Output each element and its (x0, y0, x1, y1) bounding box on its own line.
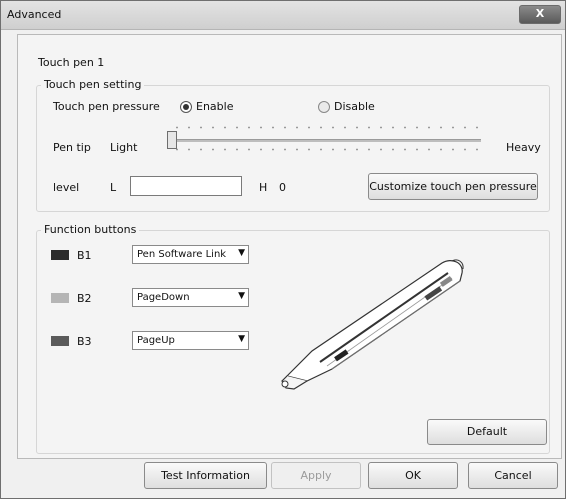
b3-color-swatch (51, 336, 69, 346)
function-buttons-title: Function buttons (41, 223, 140, 236)
disable-label[interactable]: Disable (334, 100, 375, 113)
cancel-button[interactable]: Cancel (468, 462, 558, 489)
customize-pressure-button[interactable]: Customize touch pen pressure (368, 173, 538, 200)
b1-label: B1 (77, 249, 92, 262)
l-label: L (110, 181, 117, 194)
b1-select[interactable]: Pen Software Link ▼ (132, 245, 249, 264)
advanced-dialog: Advanced X Touch pen 1 Touch pen setting… (0, 0, 566, 499)
chevron-down-icon: ▼ (238, 334, 245, 344)
b3-select-value: PageUp (137, 335, 175, 346)
pressure-slider-thumb[interactable] (167, 131, 177, 149)
b1-select-value: Pen Software Link (137, 249, 227, 260)
test-information-button[interactable]: Test Information (144, 462, 267, 489)
pressure-slider-track[interactable] (171, 139, 481, 142)
radio-dot (183, 104, 189, 110)
touch-pen-setting-group: Touch pen setting Touch pen pressure Ena… (36, 78, 550, 212)
l-value-input[interactable] (130, 176, 242, 196)
pen-name: Touch pen 1 (38, 56, 105, 69)
close-button[interactable]: X (519, 5, 561, 24)
light-label: Light (110, 141, 138, 154)
apply-button[interactable]: Apply (271, 462, 361, 489)
h-value: 0 (279, 181, 286, 194)
chevron-down-icon: ▼ (238, 291, 245, 301)
title-bar[interactable]: Advanced X (1, 1, 565, 30)
b3-label: B3 (77, 335, 92, 348)
content-panel: Touch pen 1 Touch pen setting Touch pen … (17, 34, 562, 459)
b1-color-swatch (51, 250, 69, 260)
enable-radio[interactable] (180, 101, 192, 113)
ok-button[interactable]: OK (368, 462, 458, 489)
enable-label[interactable]: Enable (196, 100, 233, 113)
b2-color-swatch (51, 293, 69, 303)
pen-tip-label: Pen tip (53, 141, 91, 154)
b2-select[interactable]: PageDown ▼ (132, 288, 249, 307)
pressure-label: Touch pen pressure (53, 100, 160, 113)
window-title: Advanced (7, 8, 62, 21)
h-label: H (259, 181, 268, 194)
touch-pen-illustration (281, 259, 464, 390)
touch-pen-setting-title: Touch pen setting (41, 78, 145, 91)
slider-ticks-top (171, 126, 481, 129)
level-label: level (53, 181, 80, 194)
function-buttons-group: Function buttons B1 Pen Software Link ▼ … (36, 223, 550, 454)
b2-select-value: PageDown (137, 292, 190, 303)
b3-select[interactable]: PageUp ▼ (132, 331, 249, 350)
b2-label: B2 (77, 292, 92, 305)
default-button[interactable]: Default (427, 419, 547, 445)
disable-radio[interactable] (318, 101, 330, 113)
slider-ticks-bottom (171, 148, 481, 151)
heavy-label: Heavy (506, 141, 541, 154)
chevron-down-icon: ▼ (238, 248, 245, 258)
